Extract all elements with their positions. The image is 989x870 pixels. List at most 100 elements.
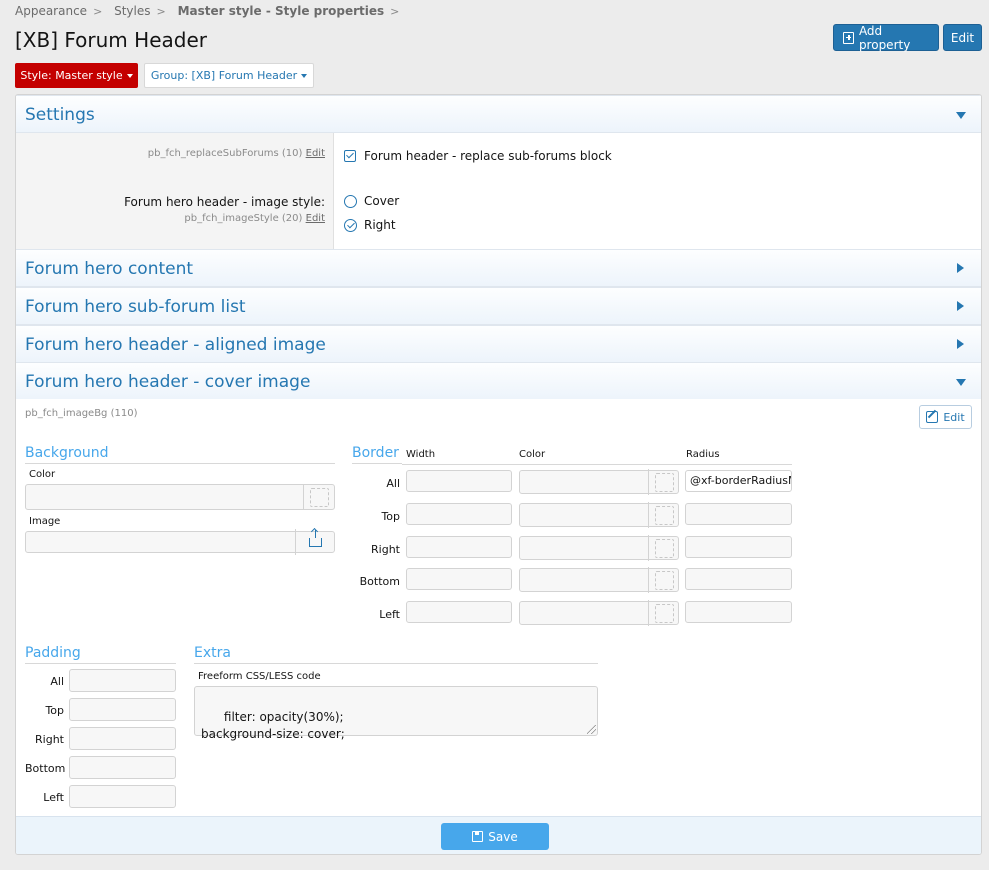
freeform-css-textarea[interactable]: filter: opacity(30%); background-size: c…	[194, 686, 598, 741]
group-filter-label: Group: [XB] Forum Header	[150, 69, 298, 82]
border-width-column: Width	[406, 449, 436, 460]
add-property-label: Add property	[858, 23, 911, 52]
section-hero-content-title: Forum hero content	[25, 259, 194, 279]
padding-row-all: All	[50, 675, 64, 688]
settings-label-column: pb_fch_replaceSubForums (10) Edit Forum …	[16, 133, 334, 249]
caret-down-icon	[301, 73, 308, 78]
replace-subforums-edit-link[interactable]: Edit	[306, 148, 325, 159]
caret-down-icon	[126, 73, 133, 78]
padding-row-bottom: Bottom	[25, 762, 66, 775]
background-group-title: Background	[25, 445, 335, 464]
add-property-button[interactable]: Add property	[833, 23, 939, 52]
plus-square-icon	[843, 31, 854, 44]
background-image-input[interactable]	[25, 531, 335, 553]
border-right-radius-input[interactable]	[685, 536, 792, 558]
style-filter-label: Style: Master style	[20, 69, 123, 82]
image-style-cover-radio[interactable]	[344, 195, 357, 208]
color-swatch-icon	[654, 538, 674, 558]
expand-arrow-icon	[957, 339, 964, 349]
border-all-color-picker[interactable]	[648, 469, 679, 495]
image-bg-key: pb_fch_imageBg (110)	[25, 408, 138, 419]
padding-group-title: Padding	[25, 645, 176, 664]
image-style-edit-link[interactable]: Edit	[306, 213, 325, 224]
section-settings-title: Settings	[25, 105, 95, 125]
upload-icon	[309, 529, 322, 547]
border-row-left: Left	[379, 608, 400, 621]
padding-row-top: Top	[45, 704, 64, 717]
padding-right-input[interactable]	[69, 727, 176, 750]
border-top-width-input[interactable]	[406, 503, 512, 525]
image-style-right-label: Right	[364, 218, 396, 232]
section-settings-body: pb_fch_replaceSubForums (10) Edit Forum …	[16, 133, 981, 249]
color-swatch-icon	[654, 603, 674, 623]
breadcrumb-separator: >	[93, 5, 103, 18]
border-bottom-radius-input[interactable]	[685, 568, 792, 590]
background-color-label: Color	[29, 469, 56, 480]
replace-subforums-label: Forum header - replace sub-forums block	[364, 149, 612, 163]
border-left-radius-input[interactable]	[685, 601, 792, 623]
breadcrumb-separator: >	[156, 5, 166, 18]
replace-subforums-key-text: pb_fch_replaceSubForums (10)	[147, 148, 303, 159]
border-right-width-input[interactable]	[406, 536, 512, 558]
breadcrumb-style-properties[interactable]: Master style - Style properties	[178, 4, 385, 18]
border-left-width-input[interactable]	[406, 601, 512, 623]
border-radius-column: Radius	[686, 449, 720, 460]
border-top-radius-input[interactable]	[685, 503, 792, 525]
breadcrumb-appearance[interactable]: Appearance	[15, 4, 87, 18]
expand-arrow-icon	[957, 263, 964, 273]
image-bg-edit-label: Edit	[943, 410, 965, 424]
expand-arrow-icon	[957, 301, 964, 311]
freeform-css-label: Freeform CSS/LESS code	[198, 671, 321, 682]
background-color-picker[interactable]	[303, 484, 334, 510]
border-bottom-color-picker[interactable]	[648, 567, 679, 593]
section-aligned-image-header[interactable]: Forum hero header - aligned image	[16, 325, 981, 363]
section-settings-header[interactable]: Settings	[16, 95, 981, 133]
image-bg-edit-button[interactable]: Edit	[919, 405, 972, 429]
color-swatch-icon	[654, 505, 674, 525]
border-top-color-picker[interactable]	[648, 502, 679, 528]
padding-row-right: Right	[35, 733, 64, 746]
section-cover-image-header[interactable]: Forum hero header - cover image	[16, 362, 981, 400]
border-header-rule	[402, 464, 792, 465]
style-properties-panel: Settings pb_fch_replaceSubForums (10) Ed…	[15, 94, 982, 855]
edit-button[interactable]: Edit	[943, 24, 982, 51]
group-filter-button[interactable]: Group: [XB] Forum Header	[144, 63, 314, 88]
image-style-cover-label: Cover	[364, 194, 400, 208]
extra-group-title: Extra	[194, 645, 598, 664]
save-icon	[472, 831, 484, 842]
border-row-right: Right	[371, 543, 400, 556]
border-all-width-input[interactable]	[406, 470, 512, 492]
resize-grip-icon[interactable]	[587, 725, 596, 734]
border-row-bottom: Bottom	[359, 575, 400, 588]
border-left-color-picker[interactable]	[648, 600, 679, 626]
background-image-upload-button[interactable]	[295, 529, 335, 555]
section-hero-content-header[interactable]: Forum hero content	[16, 249, 981, 287]
section-subforum-list-header[interactable]: Forum hero sub-forum list	[16, 287, 981, 325]
image-style-key: pb_fch_imageStyle (20) Edit	[184, 213, 325, 224]
background-color-input[interactable]	[25, 484, 335, 510]
section-aligned-image-title: Forum hero header - aligned image	[25, 335, 326, 355]
style-filter-button[interactable]: Style: Master style	[15, 63, 138, 88]
image-style-right-radio[interactable]	[344, 219, 357, 232]
padding-bottom-input[interactable]	[69, 756, 176, 779]
section-subforum-list-title: Forum hero sub-forum list	[25, 297, 246, 317]
form-footer: Save	[16, 816, 981, 854]
border-row-top: Top	[381, 510, 400, 523]
section-cover-image-title: Forum hero header - cover image	[25, 372, 311, 392]
background-image-label: Image	[29, 516, 61, 527]
breadcrumb-styles[interactable]: Styles	[114, 4, 150, 18]
padding-all-input[interactable]	[69, 669, 176, 692]
border-bottom-width-input[interactable]	[406, 568, 512, 590]
save-button[interactable]: Save	[441, 823, 549, 850]
breadcrumb-separator: >	[390, 5, 400, 18]
border-row-all: All	[386, 477, 400, 490]
replace-subforums-checkbox[interactable]	[344, 150, 356, 162]
color-swatch-icon	[309, 487, 329, 507]
padding-left-input[interactable]	[69, 785, 176, 808]
border-all-radius-input[interactable]: @xf-borderRadiusM	[685, 470, 792, 492]
save-label: Save	[488, 829, 518, 844]
padding-top-input[interactable]	[69, 698, 176, 721]
padding-row-left: Left	[43, 791, 64, 804]
border-right-color-picker[interactable]	[648, 535, 679, 561]
collapse-arrow-icon	[956, 379, 966, 386]
